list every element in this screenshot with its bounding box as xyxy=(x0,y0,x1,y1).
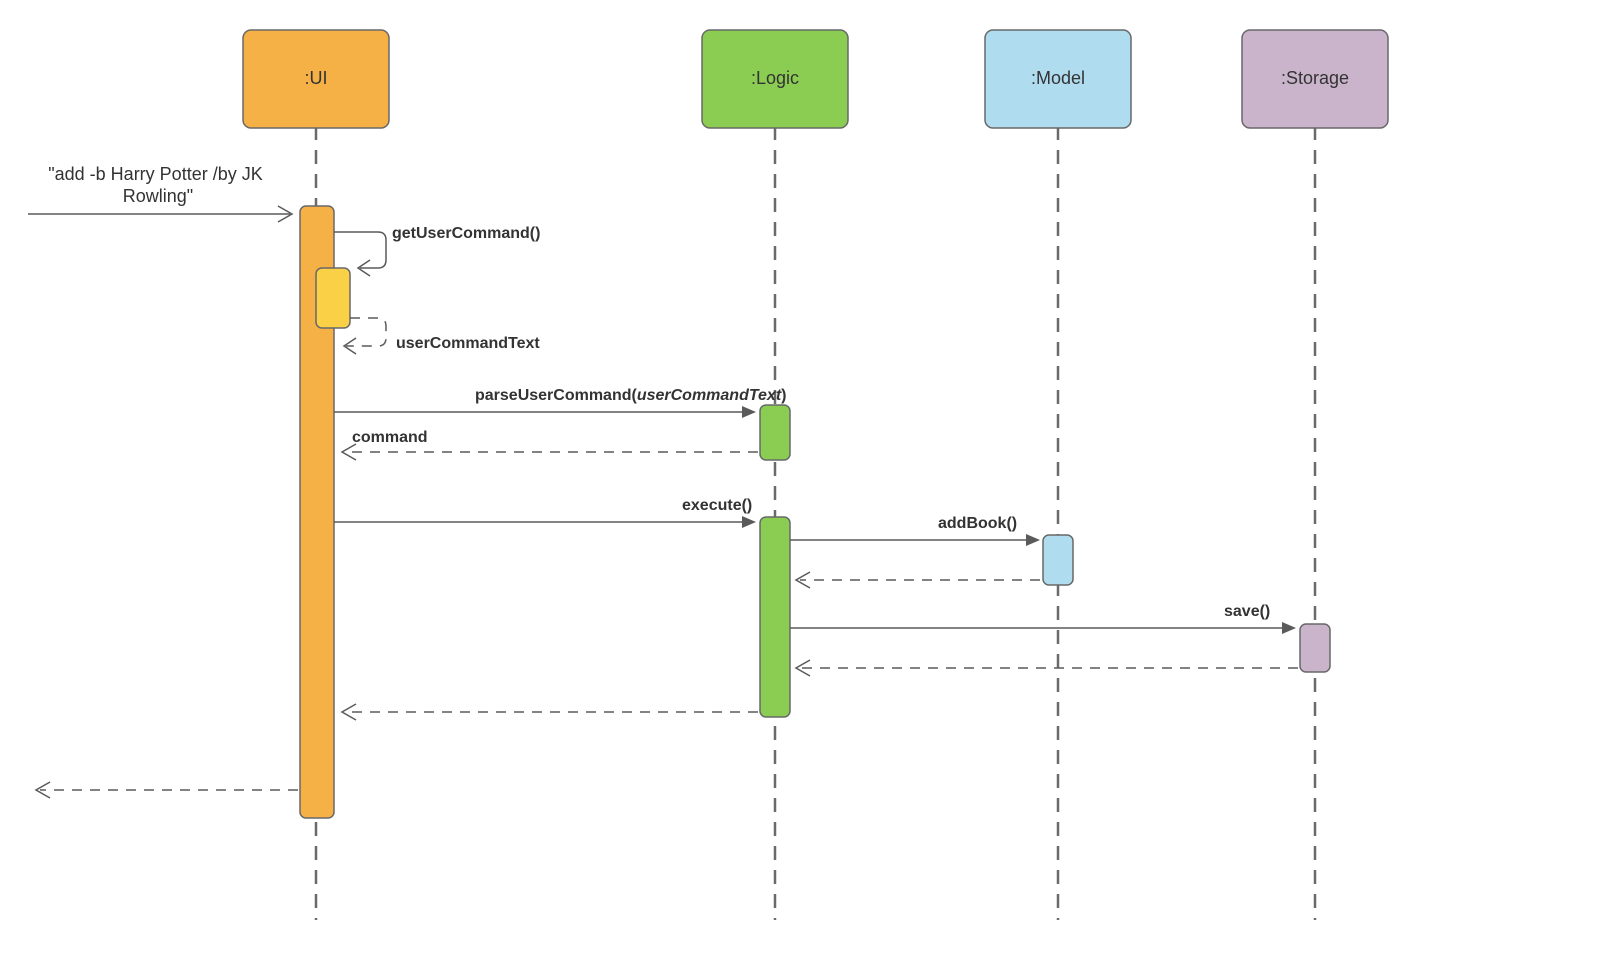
svg-text:"add -b Harry Potter /by JK: "add -b Harry Potter /by JK Rowling" xyxy=(48,164,268,206)
parseusercommand-arg: userCommandText xyxy=(637,387,782,404)
save-label: save() xyxy=(1224,603,1270,620)
message-save: save() xyxy=(790,603,1296,634)
command-label: command xyxy=(352,429,428,446)
activation-logic-execute xyxy=(760,517,790,717)
participant-model: :Model xyxy=(985,30,1131,128)
message-parseusercommand: parseUserCommand(userCommandText) xyxy=(334,387,786,418)
sequence-diagram: :UI :Logic :Model :Storage "add -b Harry… xyxy=(0,0,1600,960)
message-addbook: addBook() xyxy=(790,515,1040,546)
return-final xyxy=(36,782,298,798)
participant-storage: :Storage xyxy=(1242,30,1388,128)
return-command: command xyxy=(342,429,758,460)
participant-logic-label: :Logic xyxy=(751,68,799,88)
execute-label: execute() xyxy=(682,497,752,514)
usercommandtext-label: userCommandText xyxy=(396,335,540,352)
incoming-message: "add -b Harry Potter /by JK Rowling" xyxy=(28,164,292,222)
participant-storage-label: :Storage xyxy=(1281,68,1349,88)
participant-model-label: :Model xyxy=(1031,68,1085,88)
addbook-label: addBook() xyxy=(938,515,1017,532)
return-usercommandtext: userCommandText xyxy=(344,318,540,354)
message-execute: execute() xyxy=(334,497,756,528)
participant-ui: :UI xyxy=(243,30,389,128)
participant-logic: :Logic xyxy=(702,30,848,128)
activation-ui-self xyxy=(316,268,350,328)
getusercommand-label: getUserCommand() xyxy=(392,225,540,242)
message-getusercommand: getUserCommand() xyxy=(334,225,540,276)
parseusercommand-suffix: ) xyxy=(781,387,786,404)
activation-model xyxy=(1043,535,1073,585)
return-save xyxy=(796,660,1298,676)
parseusercommand-prefix: parseUserCommand( xyxy=(475,387,638,404)
return-execute xyxy=(342,704,758,720)
participant-ui-label: :UI xyxy=(304,68,327,88)
svg-text:parseUserCommand(userCommandTe: parseUserCommand(userCommandText) xyxy=(475,387,786,404)
activation-logic-parse xyxy=(760,405,790,460)
return-addbook xyxy=(796,572,1040,588)
activation-storage xyxy=(1300,624,1330,672)
